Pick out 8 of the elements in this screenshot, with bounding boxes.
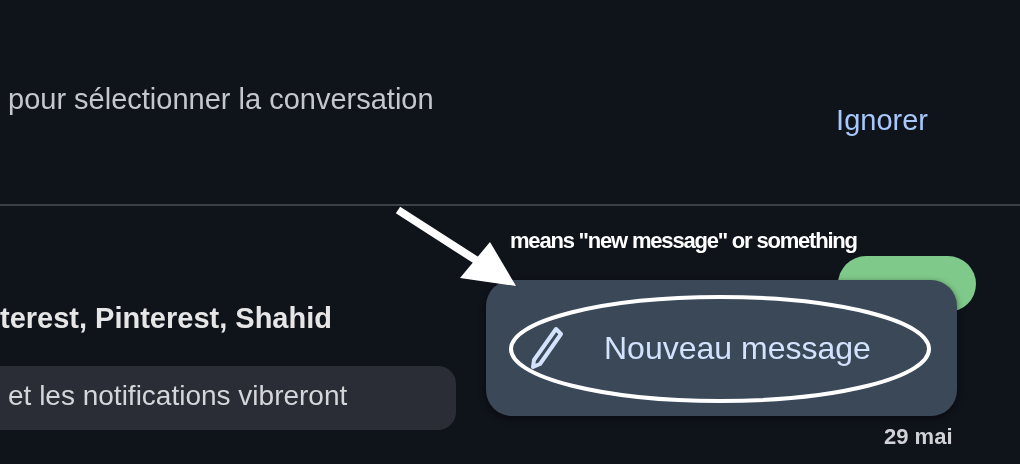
- conversation-date: 29 mai: [884, 424, 953, 450]
- new-message-button[interactable]: Nouveau message: [486, 280, 957, 416]
- banner-text: pour sélectionner la conversation: [8, 82, 434, 116]
- ignore-button[interactable]: Ignorer: [836, 103, 928, 137]
- conversation-title: terest, Pinterest, Shahid: [0, 302, 332, 335]
- message-bubble: et les notifications vibreront: [0, 366, 456, 430]
- pencil-icon: [530, 326, 564, 370]
- annotation-caption: means "new message" or something: [510, 228, 857, 254]
